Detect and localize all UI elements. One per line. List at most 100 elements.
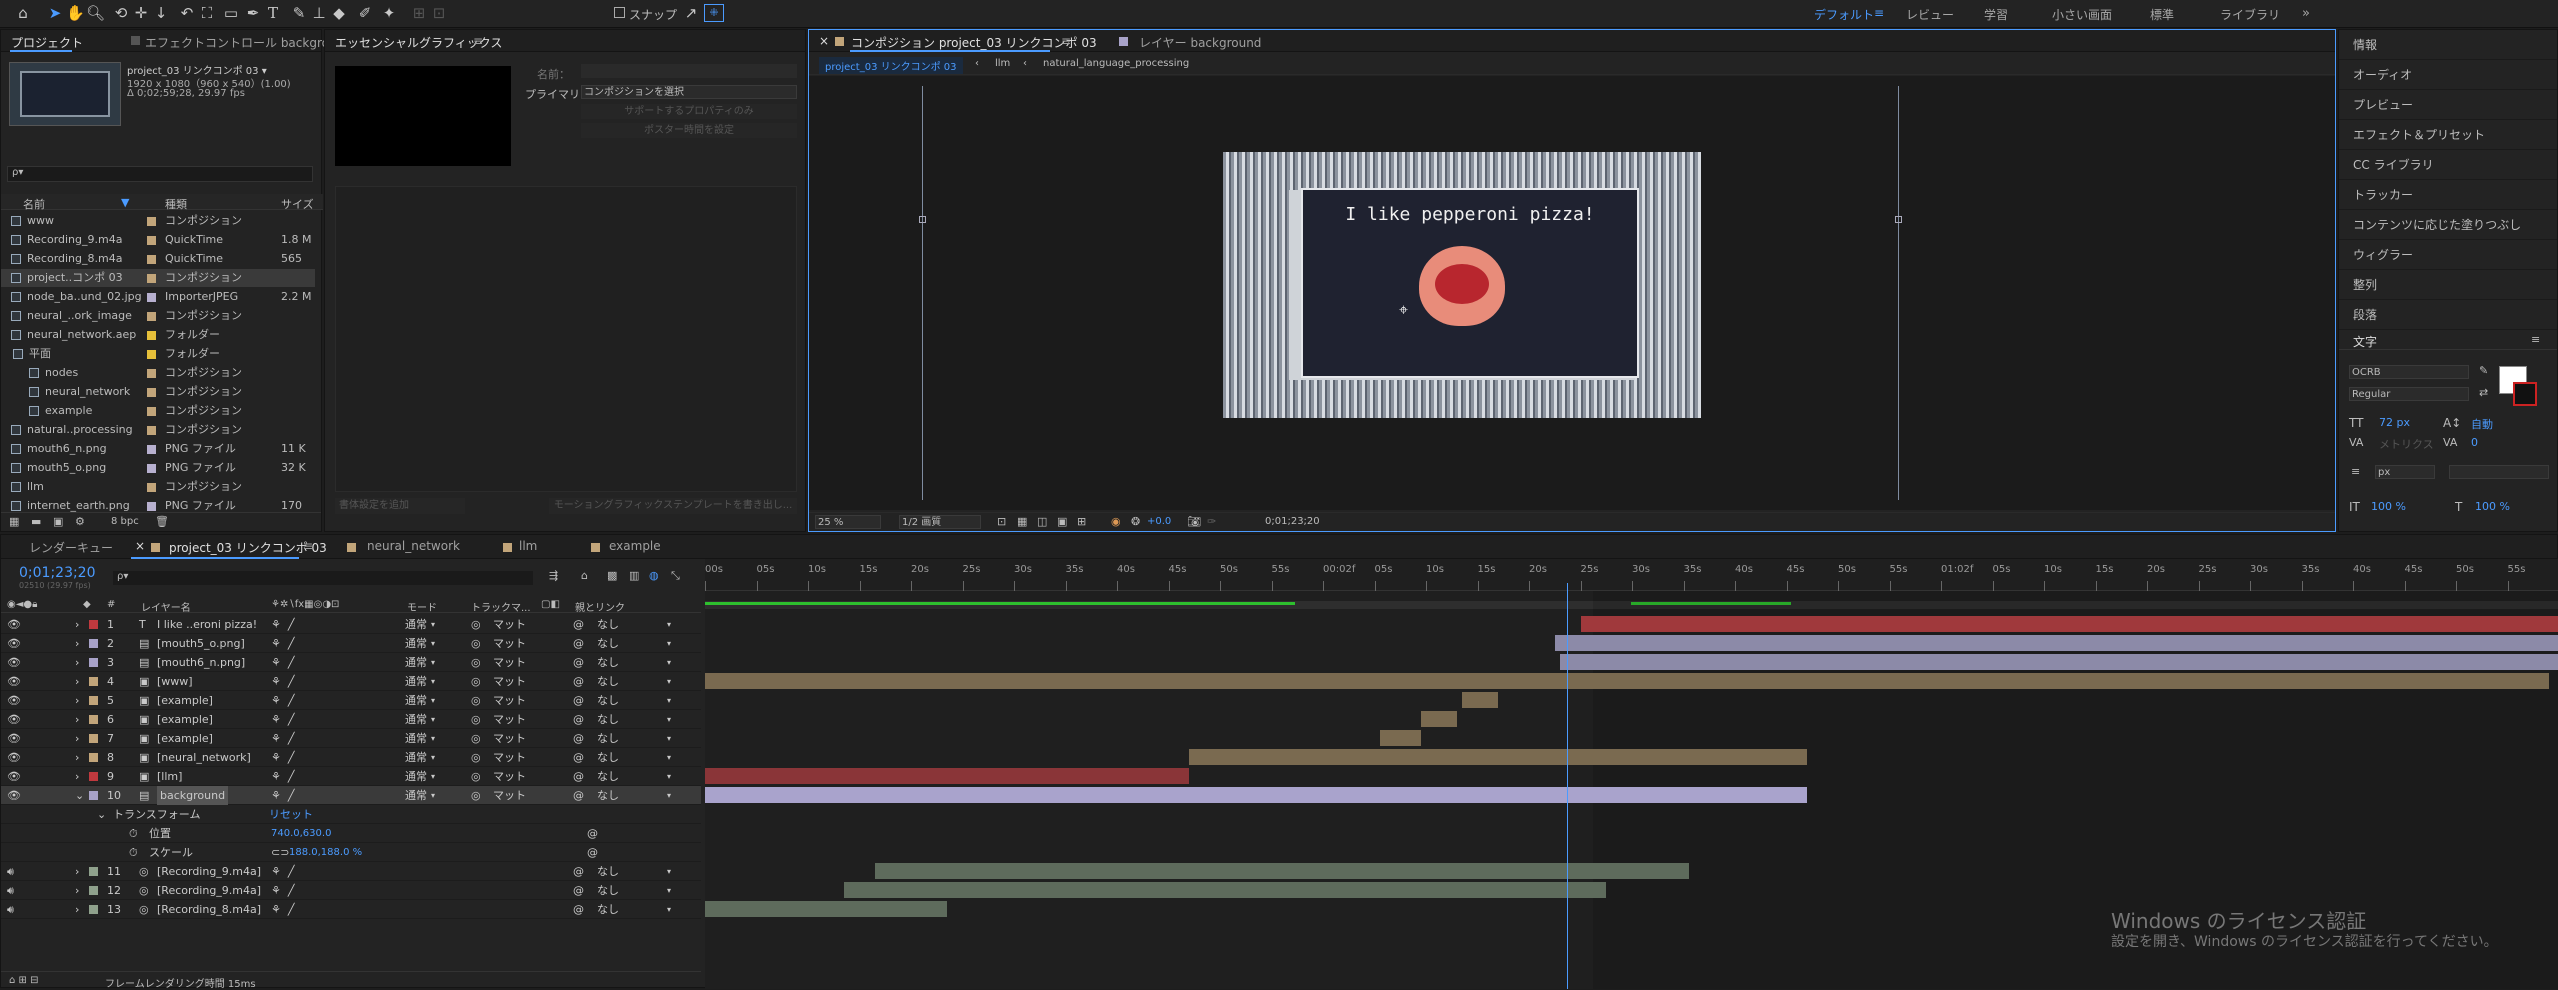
workspace-standard[interactable]: 標準 <box>2150 6 2174 23</box>
parent-select[interactable]: なし <box>597 881 619 900</box>
layer-duration-bar[interactable] <box>705 901 947 917</box>
visibility-icon[interactable]: 👁︎ <box>7 672 21 691</box>
kerning-value[interactable]: メトリクス <box>2379 436 2434 452</box>
layer-switches[interactable]: ⚘ ╱ <box>271 900 294 919</box>
exposure-icon[interactable]: ❂ <box>1131 515 1140 528</box>
layer-row[interactable]: 🔊︎›13◎[Recording_8.m4a]⚘ ╱@なし▾ <box>1 900 701 919</box>
expand-arrow-icon[interactable]: › <box>75 615 79 634</box>
pickwhip-icon[interactable]: @ <box>573 862 584 881</box>
layer-duration-bar[interactable] <box>705 768 1189 784</box>
rect-tool-icon[interactable]: ▭ <box>222 4 240 22</box>
expand-arrow-icon[interactable]: › <box>75 748 79 767</box>
visibility-icon[interactable]: 👁︎ <box>7 786 21 805</box>
layer-name[interactable]: [Recording_9.m4a] <box>157 881 261 900</box>
parent-dropdown-icon[interactable]: ▾ <box>667 862 671 881</box>
item-label-swatch[interactable] <box>147 445 156 454</box>
track-matte-icon[interactable]: ◎ <box>471 767 481 786</box>
layer-name[interactable]: [mouth6_n.png] <box>157 653 245 672</box>
anchor-point-icon[interactable]: ⌖ <box>1399 300 1408 320</box>
track-matte-icon[interactable]: ◎ <box>471 691 481 710</box>
tab-neural-network[interactable]: neural_network <box>367 539 460 553</box>
pickwhip-icon[interactable]: @ <box>573 900 584 919</box>
project-item[interactable]: mouth6_n.pngPNG ファイル11 K <box>1 440 315 458</box>
layer-duration-bar[interactable] <box>1555 635 2558 651</box>
project-item[interactable]: neural_networkコンポジション <box>1 383 315 401</box>
track-matte-icon[interactable]: ◎ <box>471 710 481 729</box>
visibility-icon[interactable]: 👁︎ <box>7 615 21 634</box>
mode-select[interactable]: 通常 <box>405 729 427 748</box>
pickwhip-icon[interactable]: @ <box>573 653 584 672</box>
parent-dropdown-icon[interactable]: ▾ <box>667 672 671 691</box>
snap-checkbox[interactable] <box>614 7 625 18</box>
eg-name-field[interactable] <box>581 64 797 78</box>
pickwhip-icon[interactable]: @ <box>573 691 584 710</box>
layer-row[interactable]: 👁︎›6▣[example]⚘ ╱通常▾◎マット@なし▾ <box>1 710 701 729</box>
mode-dropdown-icon[interactable]: ▾ <box>431 786 435 805</box>
layer-switches[interactable]: ⚘ ╱ <box>271 881 294 900</box>
mode-select[interactable]: 通常 <box>405 710 427 729</box>
parent-dropdown-icon[interactable]: ▾ <box>667 900 671 919</box>
mode-dropdown-icon[interactable]: ▾ <box>431 710 435 729</box>
pickwhip-icon[interactable]: @ <box>573 786 584 805</box>
shy-icon[interactable]: ▩ <box>607 569 617 582</box>
layer-duration-bar[interactable] <box>705 673 2549 689</box>
layer-label-swatch[interactable] <box>89 905 98 914</box>
exposure-value[interactable]: +0.0 <box>1147 516 1171 527</box>
stroke-color-swatch[interactable] <box>2513 382 2537 406</box>
brush-tool-icon[interactable]: ✎ <box>290 4 308 22</box>
project-item[interactable]: neural_network.aepフォルダー <box>1 326 315 344</box>
layer-label-swatch[interactable] <box>89 753 98 762</box>
layer-switches[interactable]: ⚘ ╱ <box>271 710 294 729</box>
roto-tool-icon[interactable]: ✐ <box>356 4 374 22</box>
new-comp-icon[interactable]: ▣ <box>53 515 63 528</box>
visibility-icon[interactable]: 👁︎ <box>7 634 21 653</box>
breadcrumb-llm[interactable]: llm <box>995 58 1010 69</box>
layer-name[interactable]: [Recording_8.m4a] <box>157 900 261 919</box>
axis2-icon[interactable]: ⊡ <box>430 4 448 22</box>
interpret-icon[interactable]: ▦ <box>9 515 19 528</box>
layer-row[interactable]: 👁︎›7▣[example]⚘ ╱通常▾◎マット@なし▾ <box>1 729 701 748</box>
layer-row[interactable]: 👁︎⌄10▤background⚘ ╱通常▾◎マット@なし▾ <box>1 786 701 805</box>
mode-select[interactable]: 通常 <box>405 691 427 710</box>
right-panel-item[interactable]: ウィグラー <box>2339 240 2557 270</box>
visibility-icon[interactable]: 👁︎ <box>7 710 21 729</box>
position-value[interactable]: 740.0,630.0 <box>271 824 331 843</box>
project-item[interactable]: 平面フォルダー <box>1 345 315 363</box>
transform-reset[interactable]: リセット <box>269 805 313 824</box>
right-panel-item[interactable]: トラッカー <box>2339 180 2557 210</box>
guide-handle-left[interactable] <box>919 216 926 223</box>
parent-dropdown-icon[interactable]: ▾ <box>667 881 671 900</box>
visibility-icon[interactable]: 👁︎ <box>7 691 21 710</box>
close-timeline-tab-icon[interactable]: × <box>135 539 145 553</box>
font-select[interactable]: OCRB <box>2349 365 2469 379</box>
parent-select[interactable]: なし <box>597 672 619 691</box>
expand-arrow-icon[interactable]: › <box>75 900 79 919</box>
eraser-tool-icon[interactable]: ◆ <box>330 4 348 22</box>
layer-row[interactable]: 🔊︎›12◎[Recording_9.m4a]⚘ ╱@なし▾ <box>1 881 701 900</box>
expand-arrow-icon[interactable]: › <box>75 710 79 729</box>
parent-dropdown-icon[interactable]: ▾ <box>667 786 671 805</box>
snap-option-icon[interactable]: ↗ <box>682 4 700 22</box>
time-ruler[interactable]: 00s05s10s15s20s25s30s35s40s45s50s55s00:0… <box>705 559 2558 591</box>
col-parent[interactable]: 親とリンク <box>575 599 625 614</box>
sort-icon[interactable]: ▼ <box>121 196 129 209</box>
layer-name[interactable]: [example] <box>157 710 213 729</box>
layer-label-swatch[interactable] <box>89 677 98 686</box>
project-item[interactable]: project..コンポ 03コンポジション <box>1 269 315 287</box>
parent-select[interactable]: なし <box>597 710 619 729</box>
expand-arrow-icon[interactable]: › <box>75 881 79 900</box>
comp-menu-icon[interactable]: ≡ <box>1061 34 1071 48</box>
panel-menu-icon[interactable]: ≡ <box>473 34 483 48</box>
layer-row[interactable]: 🔊︎›11◎[Recording_9.m4a]⚘ ╱@なし▾ <box>1 862 701 881</box>
tracking-value[interactable]: 0 <box>2471 436 2478 449</box>
move-tool-icon[interactable]: ✛ <box>132 4 150 22</box>
expand-arrow-icon[interactable]: › <box>75 862 79 881</box>
expand-arrow-icon[interactable]: › <box>75 634 79 653</box>
track-matte-select[interactable]: マット <box>493 710 526 729</box>
layer-switches[interactable]: ⚘ ╱ <box>271 767 294 786</box>
layer-duration-bar[interactable] <box>1581 616 2558 632</box>
col-layer-name[interactable]: レイヤー名 <box>141 599 191 614</box>
pickwhip-icon[interactable]: @ <box>573 710 584 729</box>
layer-switches[interactable]: ⚘ ╱ <box>271 748 294 767</box>
track-matte-icon[interactable]: ◎ <box>471 634 481 653</box>
